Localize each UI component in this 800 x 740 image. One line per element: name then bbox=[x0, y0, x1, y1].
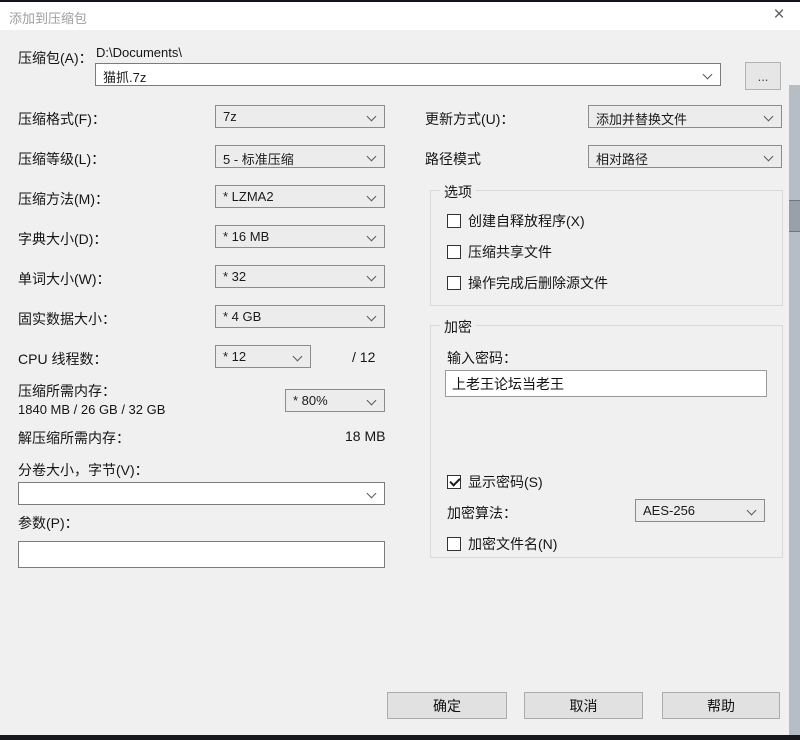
parameters-input[interactable] bbox=[18, 541, 385, 568]
background-scrollbar-fragment bbox=[789, 200, 800, 232]
word-size-label: 单词大小(W)： bbox=[18, 271, 111, 287]
dictionary-select[interactable]: * 16 MB bbox=[215, 225, 385, 248]
checkbox-label: 操作完成后删除源文件 bbox=[468, 275, 608, 291]
window-title: 添加到压缩包 bbox=[9, 11, 88, 26]
memory-percent-value: * 80% bbox=[293, 393, 328, 408]
solid-size-value: * 4 GB bbox=[223, 309, 262, 324]
path-mode-select[interactable]: 相对路径 bbox=[588, 145, 782, 168]
checkbox-box[interactable] bbox=[447, 537, 461, 551]
format-label: 压缩格式(F)： bbox=[18, 111, 106, 127]
cpu-threads-value: * 12 bbox=[223, 349, 247, 364]
chevron-down-icon bbox=[366, 151, 377, 162]
solid-size-select[interactable]: * 4 GB bbox=[215, 305, 385, 328]
add-to-archive-dialog: 添加到压缩包 × 压缩包(A)： D:\Documents\ 猫抓.7z ...… bbox=[0, 0, 800, 740]
chevron-down-icon bbox=[746, 505, 757, 516]
window-bottom-border bbox=[0, 735, 800, 740]
checkbox-label: 创建自释放程序(X) bbox=[468, 213, 585, 229]
format-select[interactable]: 7z bbox=[215, 105, 385, 128]
ok-button[interactable]: 确定 bbox=[387, 692, 507, 719]
close-icon[interactable]: × bbox=[764, 2, 794, 28]
chevron-down-icon bbox=[366, 191, 377, 202]
update-mode-select[interactable]: 添加并替换文件 bbox=[588, 105, 782, 128]
checkbox-show-password[interactable]: 显示密码(S) bbox=[447, 472, 543, 492]
word-size-value: * 32 bbox=[223, 269, 247, 284]
chevron-down-icon bbox=[366, 111, 377, 122]
decompress-memory-label: 解压缩所需内存： bbox=[18, 430, 130, 446]
method-label: 压缩方法(M)： bbox=[18, 191, 109, 207]
cpu-threads-label: CPU 线程数： bbox=[18, 351, 108, 367]
checkbox-box[interactable] bbox=[447, 245, 461, 259]
archive-name-combobox[interactable]: 猫抓.7z bbox=[95, 63, 721, 86]
memory-percent-select[interactable]: * 80% bbox=[285, 389, 385, 412]
checkbox-label: 显示密码(S) bbox=[468, 474, 543, 490]
chevron-down-icon bbox=[763, 111, 774, 122]
compress-memory-label: 压缩所需内存： bbox=[18, 383, 116, 399]
solid-size-label: 固实数据大小： bbox=[18, 311, 116, 327]
encryption-group-title: 加密 bbox=[440, 317, 476, 337]
password-input[interactable] bbox=[445, 370, 767, 397]
encryption-method-label: 加密算法： bbox=[447, 505, 517, 521]
checkbox-compress-shared[interactable]: 压缩共享文件 bbox=[447, 242, 552, 262]
password-label: 输入密码： bbox=[447, 350, 517, 366]
volume-size-label: 分卷大小，字节(V)： bbox=[18, 462, 149, 478]
cpu-threads-max: / 12 bbox=[352, 349, 376, 365]
checkbox-box[interactable] bbox=[447, 276, 461, 290]
update-mode-label: 更新方式(U)： bbox=[425, 111, 515, 127]
browse-button[interactable]: ... bbox=[745, 62, 781, 90]
encryption-method-select[interactable]: AES-256 bbox=[635, 499, 765, 522]
chevron-down-icon bbox=[702, 69, 713, 80]
checkbox-encrypt-filenames[interactable]: 加密文件名(N) bbox=[447, 534, 557, 554]
dictionary-value: * 16 MB bbox=[223, 229, 270, 244]
method-value: * LZMA2 bbox=[223, 189, 274, 204]
chevron-down-icon bbox=[366, 488, 377, 499]
checkbox-create-sfx[interactable]: 创建自释放程序(X) bbox=[447, 211, 585, 231]
archive-name-value: 猫抓.7z bbox=[103, 70, 147, 85]
path-mode-value: 相对路径 bbox=[596, 152, 649, 167]
decompress-memory-value: 18 MB bbox=[345, 428, 386, 444]
compress-memory-detail: 1840 MB / 26 GB / 32 GB bbox=[18, 402, 166, 417]
archive-dir-path: D:\Documents\ bbox=[96, 45, 182, 60]
checkbox-label: 加密文件名(N) bbox=[468, 536, 558, 552]
word-size-select[interactable]: * 32 bbox=[215, 265, 385, 288]
dictionary-label: 字典大小(D)： bbox=[18, 231, 108, 247]
volume-size-combobox[interactable] bbox=[18, 482, 385, 505]
level-select[interactable]: 5 - 标准压缩 bbox=[215, 145, 385, 168]
chevron-down-icon bbox=[366, 311, 377, 322]
method-select[interactable]: * LZMA2 bbox=[215, 185, 385, 208]
chevron-down-icon bbox=[763, 151, 774, 162]
chevron-down-icon bbox=[366, 271, 377, 282]
checkbox-box[interactable] bbox=[447, 214, 461, 228]
level-value: 5 - 标准压缩 bbox=[223, 152, 294, 167]
checkbox-label: 压缩共享文件 bbox=[468, 244, 552, 260]
chevron-down-icon bbox=[366, 395, 377, 406]
chevron-down-icon bbox=[292, 351, 303, 362]
archive-label: 压缩包(A)： bbox=[18, 50, 93, 66]
checkbox-delete-after[interactable]: 操作完成后删除源文件 bbox=[447, 273, 608, 293]
background-window-edge bbox=[789, 85, 800, 735]
path-mode-label: 路径模式 bbox=[425, 151, 481, 167]
level-label: 压缩等级(L)： bbox=[18, 151, 106, 167]
encryption-method-value: AES-256 bbox=[643, 503, 696, 518]
checkbox-box[interactable] bbox=[447, 475, 461, 489]
help-button[interactable]: 帮助 bbox=[662, 692, 780, 719]
chevron-down-icon bbox=[366, 231, 377, 242]
options-group-title: 选项 bbox=[440, 182, 476, 202]
format-value: 7z bbox=[223, 109, 237, 124]
titlebar[interactable]: 添加到压缩包 × bbox=[0, 2, 800, 30]
cpu-threads-select[interactable]: * 12 bbox=[215, 345, 311, 368]
cancel-button[interactable]: 取消 bbox=[524, 692, 643, 719]
update-mode-value: 添加并替换文件 bbox=[596, 112, 688, 127]
parameters-label: 参数(P)： bbox=[18, 515, 79, 531]
